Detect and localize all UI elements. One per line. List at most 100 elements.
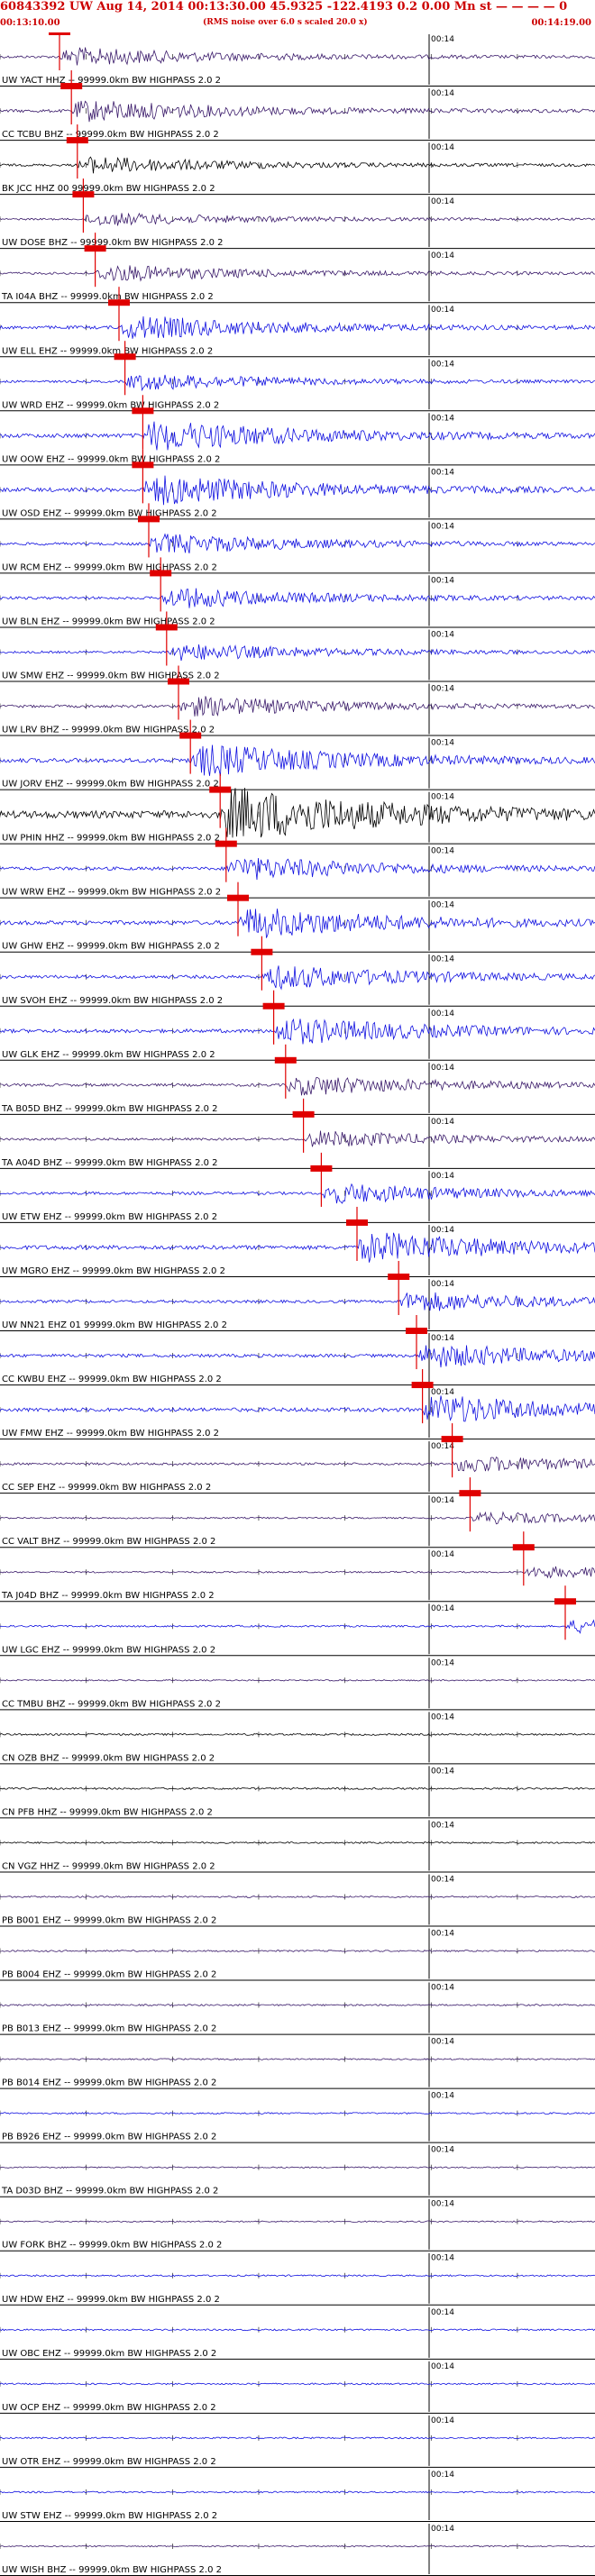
pick-flag (512, 1544, 535, 1551)
minute-label: 00:14 (431, 1172, 454, 1181)
minute-label: 00:14 (431, 1929, 454, 1938)
channel-label: CC TCBU BHZ -- 99999.0km BW HIGHPASS 2.0… (2, 130, 219, 140)
pick-flag (168, 678, 189, 685)
minute-label: 00:14 (431, 1118, 454, 1127)
channel-label: CC VALT BHZ -- 99999.0km BW HIGHPASS 2.0… (2, 1537, 215, 1547)
pick-flag (84, 245, 106, 252)
pick-flag (406, 1328, 427, 1335)
channel-label: CC TMBU BHZ -- 99999.0km BW HIGHPASS 2.0… (2, 1699, 221, 1709)
channel-label: UW NN21 EHZ 01 99999.0km BW HIGHPASS 2.0… (2, 1320, 227, 1330)
channel-label: UW WISH BHZ -- 99999.0km BW HIGHPASS 2.0… (2, 2565, 222, 2575)
channel-label: UW OOW EHZ -- 99999.0km BW HIGHPASS 2.0 … (2, 454, 220, 464)
minute-label: 00:14 (431, 89, 454, 98)
start-time: 00:13:10.00 (0, 18, 60, 28)
waveform (0, 1456, 595, 1473)
minute-label: 00:14 (431, 739, 454, 748)
channel-label: UW BLN EHZ -- 99999.0km BW HIGHPASS 2.0 … (2, 617, 215, 626)
pick-flag (209, 786, 232, 793)
minute-label: 00:14 (431, 901, 454, 910)
waveform (0, 696, 595, 717)
pick-flag (459, 1490, 481, 1497)
minute-label: 00:14 (431, 1658, 454, 1667)
waveform (0, 1130, 595, 1147)
waveform (0, 374, 595, 392)
channel-label: UW OTR EHZ -- 99999.0km BW HIGHPASS 2.0 … (2, 2457, 216, 2467)
minute-label: 00:14 (431, 468, 454, 477)
pick-flag (138, 516, 160, 523)
minute-label: 00:14 (431, 955, 454, 964)
waveform (0, 1345, 595, 1368)
pick-flag (179, 732, 202, 739)
channel-label: UW FORK BHZ -- 99999.0km BW HIGHPASS 2.0… (2, 2241, 222, 2251)
channel-label: CN PFB HHZ -- 99999.0km BW HIGHPASS 2.0 … (2, 1807, 213, 1817)
minute-label: 00:14 (431, 2038, 454, 2047)
channel-label: UW MGRO EHZ -- 99999.0km BW HIGHPASS 2.0… (2, 1266, 225, 1276)
waveform (0, 909, 595, 938)
trace-row: 00:14 CC TMBU BHZ -- 99999.0km BW HIGHPAS… (0, 1658, 595, 1711)
channel-label: UW GLK EHZ -- 99999.0km BW HIGHPASS 2.0 … (2, 1050, 215, 1060)
pick-flag (274, 1056, 297, 1064)
minute-label: 00:14 (431, 522, 454, 531)
channel-label: UW WRW EHZ -- 99999.0km BW HIGHPASS 2.0 … (2, 888, 221, 898)
channel-label: UW WRD EHZ -- 99999.0km BW HIGHPASS 2.0 … (2, 400, 219, 410)
plot-header: 60843392 UW Aug 14, 2014 00:13:30.00 45.… (0, 0, 595, 32)
pick-flag (132, 407, 154, 415)
minute-label: 00:14 (431, 1496, 454, 1505)
event-title: 60843392 UW Aug 14, 2014 00:13:30.00 45.… (0, 0, 568, 14)
channel-label: PB B014 EHZ -- 99999.0km BW HIGHPASS 2.0… (2, 2078, 216, 2088)
waveform (0, 156, 595, 174)
channel-label: UW DOSE BHZ -- 99999.0km BW HIGHPASS 2.0… (2, 238, 224, 248)
trace-row: 00:14 UW STW EHZ -- 99999.0km BW HIGHPASS… (0, 2469, 595, 2522)
channel-label: UW HDW EHZ -- 99999.0km BW HIGHPASS 2.0 … (2, 2295, 220, 2305)
waveform (0, 2490, 595, 2494)
waveform (0, 1232, 595, 1263)
pick-flag (215, 840, 237, 847)
channel-label: BK JCC HHZ 00 99999.0km BW HIGHPASS 2.0 … (2, 184, 215, 194)
channel-label: TA A04D BHZ -- 99999.0km BW HIGHPASS 2.0… (1, 1158, 218, 1168)
trace-row: 00:14 UW FORK BHZ -- 99999.0km BW HIGHPAS… (0, 2198, 595, 2252)
waveform (0, 1786, 595, 1790)
channel-label: UW OCP EHZ -- 99999.0km BW HIGHPASS 2.0 … (2, 2403, 216, 2413)
trace-row: 00:14 TA D03D BHZ -- 99999.0km BW HIGHPAS… (0, 2144, 595, 2197)
channel-label: UW YACT HHZ -- 99999.0km BW HIGHPASS 2.0… (2, 76, 221, 86)
minute-label: 00:14 (431, 2146, 454, 2155)
waveform (0, 787, 595, 838)
waveform (0, 47, 595, 66)
pick-flag (346, 1219, 368, 1226)
channel-label: CC SEP EHZ -- 99999.0km BW HIGHPASS 2.0 … (2, 1483, 211, 1493)
minute-label: 00:14 (431, 576, 454, 585)
waveform (0, 1950, 595, 1952)
waveform (0, 1395, 595, 1422)
waveform (0, 588, 595, 608)
minute-label: 00:14 (431, 1442, 454, 1451)
minute-label: 00:14 (431, 2362, 454, 2371)
minute-label: 00:14 (431, 1767, 454, 1776)
seismogram-traces: 00:14 UW YACT HHZ -- 99999.0km BW HIGHPAS… (0, 32, 595, 2576)
pick-flag (132, 461, 154, 469)
trace-row: 00:14 UW OTR EHZ -- 99999.0km BW HIGHPASS… (0, 2415, 595, 2468)
channel-label: CC KWBU EHZ -- 99999.0km BW HIGHPASS 2.0… (2, 1375, 222, 1384)
pick-flag (411, 1382, 434, 1389)
waveform (0, 1511, 595, 1525)
channel-label: UW SVOH EHZ -- 99999.0km BW HIGHPASS 2.0… (2, 996, 223, 1006)
channel-label: UW ETW EHZ -- 99999.0km BW HIGHPASS 2.0 … (2, 1212, 217, 1222)
pick-flag (114, 353, 136, 361)
minute-label: 00:14 (431, 2254, 454, 2263)
minute-label: 00:14 (431, 35, 454, 44)
noise-scale-note: (RMS noise over 6.0 s scaled 20.0 x) (203, 18, 368, 27)
waveform (0, 100, 595, 123)
minute-label: 00:14 (431, 1226, 454, 1235)
waveform (0, 2058, 595, 2060)
channel-label: UW FMW EHZ -- 99999.0km BW HIGHPASS 2.0 … (2, 1429, 219, 1439)
waveform (0, 2220, 595, 2223)
waveform (0, 2004, 595, 2006)
channel-label: PB B013 EHZ -- 99999.0km BW HIGHPASS 2.0… (2, 2024, 216, 2034)
trace-row: 00:14 UW OBC EHZ -- 99999.0km BW HIGHPASS… (0, 2307, 595, 2360)
minute-label: 00:14 (431, 2308, 454, 2317)
channel-label: TA D03D BHZ -- 99999.0km BW HIGHPASS 2.0… (1, 2187, 218, 2197)
waveform (0, 421, 595, 451)
waveform (0, 1292, 595, 1311)
waveform (0, 2112, 595, 2115)
minute-label: 00:14 (431, 1604, 454, 1613)
waveform (0, 1732, 595, 1736)
